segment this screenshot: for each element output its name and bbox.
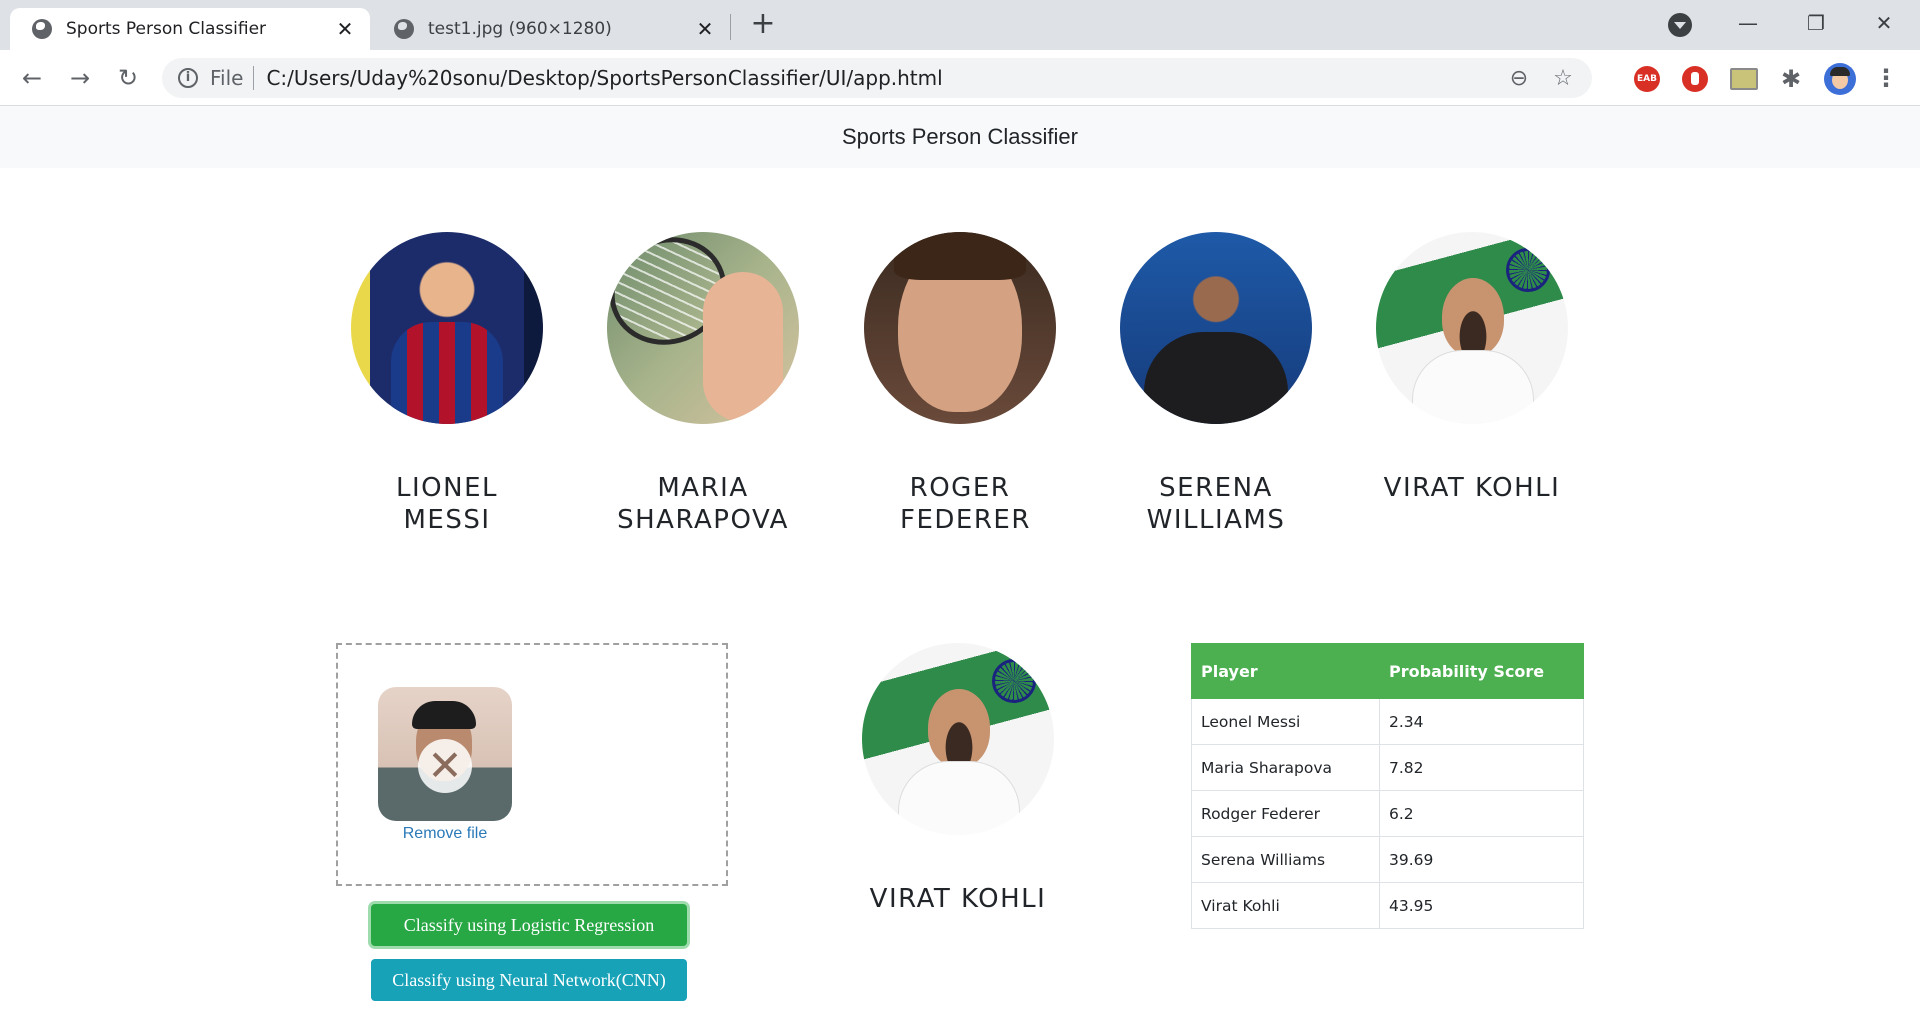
new-tab-button[interactable]: + (748, 9, 778, 40)
player-card-serena: SERENA WILLIAMS (1096, 232, 1336, 536)
extensions-puzzle-icon[interactable]: ✱ (1778, 66, 1804, 92)
classify-logistic-regression-button[interactable]: Classify using Logistic Regression (371, 904, 687, 946)
result-photo (862, 643, 1054, 835)
player-cell: Leonel Messi (1191, 698, 1380, 745)
back-button[interactable]: ← (16, 62, 48, 94)
player-name: ROGER FEDERER (900, 473, 1031, 535)
table-row: Virat Kohli 43.95 (1191, 882, 1584, 929)
remove-file-link[interactable]: Remove file (378, 825, 512, 843)
player-card-kohli: VIRAT KOHLI (1352, 232, 1592, 504)
reload-button[interactable]: ↻ (112, 62, 144, 94)
address-bar[interactable]: i File C:/Users/Uday%20sonu/Desktop/Spor… (162, 58, 1592, 98)
tab-close-icon[interactable]: ✕ (694, 17, 716, 41)
image-extension-icon[interactable] (1730, 68, 1758, 90)
page-title: Sports Person Classifier (0, 106, 1920, 168)
ashoka-chakra-icon (992, 659, 1036, 703)
player-cell: Virat Kohli (1191, 882, 1380, 929)
sharapova-photo (607, 232, 799, 424)
window-close-button[interactable]: ✕ (1864, 6, 1904, 40)
tab-title: test1.jpg (960×1280) (428, 19, 612, 39)
scheme-label: File (210, 66, 244, 90)
table-row: Leonel Messi 2.34 (1191, 698, 1584, 745)
player-name: VIRAT KOHLI (1383, 473, 1561, 503)
player-name: SERENA WILLIAMS (1146, 473, 1286, 535)
browser-menu-icon[interactable]: ⋮ (1874, 64, 1898, 92)
globe-icon (394, 19, 414, 39)
url-text[interactable]: C:/Users/Uday%20sonu/Desktop/SportsPerso… (266, 66, 1504, 90)
ashoka-chakra-icon (1506, 248, 1550, 292)
tab-test1-jpg[interactable]: test1.jpg (960×1280) ✕ (372, 8, 730, 50)
eab-extension-icon[interactable]: EAB (1634, 66, 1660, 92)
tab-sports-person-classifier[interactable]: Sports Person Classifier ✕ (10, 8, 370, 50)
tab-close-icon[interactable]: ✕ (334, 17, 356, 41)
info-icon[interactable]: i (178, 68, 198, 88)
score-cell: 43.95 (1379, 882, 1584, 929)
table-row: Serena Williams 39.69 (1191, 836, 1584, 883)
tab-divider (730, 14, 731, 40)
table-header-row: Player Probability Score (1191, 643, 1584, 699)
score-cell: 39.69 (1379, 836, 1584, 883)
classify-cnn-button[interactable]: Classify using Neural Network(CNN) (371, 959, 687, 1001)
profile-avatar-icon[interactable] (1824, 63, 1856, 95)
forward-button[interactable]: → (64, 62, 96, 94)
score-cell: 2.34 (1379, 698, 1584, 745)
header-probability-score: Probability Score (1379, 643, 1584, 699)
image-dropzone[interactable]: ✕ Remove file (336, 643, 728, 886)
player-name: LIONEL MESSI (396, 473, 498, 535)
player-cell: Rodger Federer (1191, 790, 1380, 837)
tab-title: Sports Person Classifier (66, 19, 267, 39)
player-card-federer: ROGER FEDERER (840, 232, 1080, 536)
serena-photo (1120, 232, 1312, 424)
address-divider (253, 66, 255, 90)
result-player-name: VIRAT KOHLI (869, 884, 1047, 914)
probability-table: Player Probability Score Leonel Messi 2.… (1191, 643, 1584, 929)
remove-icon[interactable]: ✕ (418, 739, 472, 793)
federer-photo (864, 232, 1056, 424)
player-cell: Maria Sharapova (1191, 744, 1380, 791)
stop-hand-extension-icon[interactable] (1682, 66, 1708, 92)
zoom-out-icon[interactable]: ⊖ (1504, 66, 1534, 91)
score-cell: 6.2 (1379, 790, 1584, 837)
minimize-button[interactable]: — (1728, 6, 1768, 40)
player-cell: Serena Williams (1191, 836, 1380, 883)
table-row: Rodger Federer 6.2 (1191, 790, 1584, 837)
player-card-sharapova: MARIA SHARAPOVA (583, 232, 823, 536)
browser-toolbar: ← → ↻ i File C:/Users/Uday%20sonu/Deskto… (0, 50, 1920, 106)
player-card-messi: LIONEL MESSI (327, 232, 567, 536)
messi-photo (351, 232, 543, 424)
classification-result: VIRAT KOHLI (838, 643, 1078, 915)
player-name: MARIA SHARAPOVA (617, 473, 789, 535)
table-row: Maria Sharapova 7.82 (1191, 744, 1584, 791)
star-icon[interactable]: ☆ (1548, 66, 1578, 91)
header-player: Player (1191, 643, 1380, 699)
tab-search-icon[interactable] (1668, 13, 1692, 37)
kohli-photo (1376, 232, 1568, 424)
globe-icon (32, 19, 52, 39)
restore-button[interactable]: ❐ (1796, 6, 1836, 40)
score-cell: 7.82 (1379, 744, 1584, 791)
browser-tab-strip: Sports Person Classifier ✕ test1.jpg (96… (0, 0, 1920, 50)
